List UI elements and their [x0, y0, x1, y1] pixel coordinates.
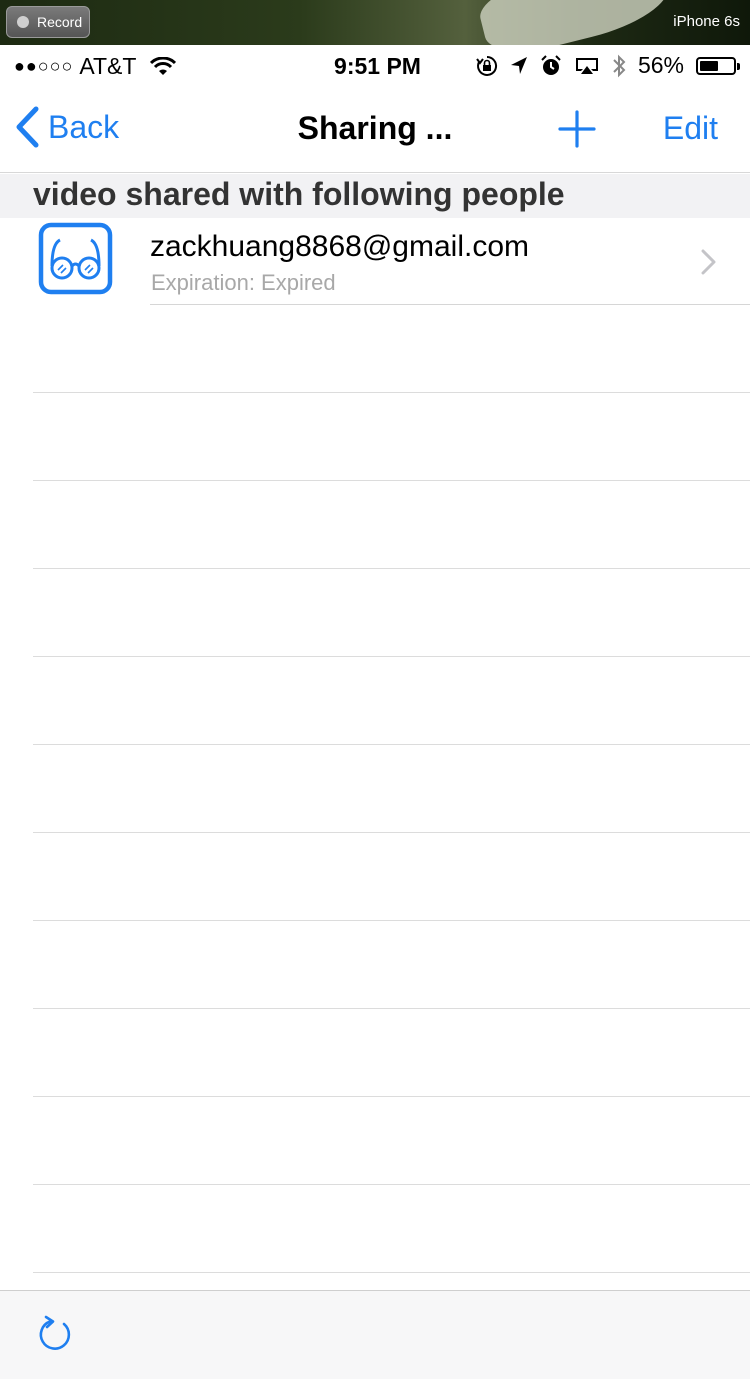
section-header-label: video shared with following people	[33, 176, 565, 212]
list-item[interactable]: zackhuang8868@gmail.com Expiration: Expi…	[0, 218, 750, 305]
location-icon	[510, 56, 527, 74]
glasses-icon	[38, 222, 113, 295]
row-divider	[150, 304, 750, 305]
divider	[33, 832, 750, 833]
plus-icon[interactable]	[558, 110, 596, 148]
divider	[33, 1272, 750, 1273]
battery-icon	[696, 56, 740, 75]
record-label: Record	[37, 14, 83, 30]
expiration-status: Expiration: Expired	[151, 270, 336, 295]
chevron-right-icon	[701, 249, 716, 275]
page-title: Sharing ...	[297, 110, 453, 146]
alarm-icon	[541, 54, 561, 75]
section-header: video shared with following people	[0, 174, 750, 218]
divider	[33, 656, 750, 657]
navigation-bar: Back Sharing ... Edit	[0, 88, 750, 173]
divider	[33, 744, 750, 745]
airplay-icon	[575, 57, 598, 74]
bluetooth-icon	[613, 54, 626, 77]
bottom-toolbar	[0, 1290, 750, 1379]
refresh-icon[interactable]	[34, 1315, 74, 1355]
record-dot-icon	[17, 16, 29, 28]
device-name: iPhone 6s	[673, 13, 740, 30]
divider	[33, 568, 750, 569]
divider	[33, 1008, 750, 1009]
record-button[interactable]: Record	[6, 6, 90, 38]
status-bar: ●●○○○ AT&T 9:51 PM 56%	[0, 45, 750, 88]
divider	[33, 1096, 750, 1097]
recording-bar: Record iPhone 6s	[0, 0, 750, 45]
divider	[33, 920, 750, 921]
divider	[33, 1184, 750, 1185]
battery-percent: 56%	[637, 52, 684, 78]
background-leaf	[474, 0, 676, 45]
edit-button[interactable]: Edit	[663, 110, 718, 147]
divider	[33, 480, 750, 481]
orientation-lock-icon	[476, 55, 497, 76]
shared-email: zackhuang8868@gmail.com	[150, 230, 529, 263]
divider	[33, 392, 750, 393]
